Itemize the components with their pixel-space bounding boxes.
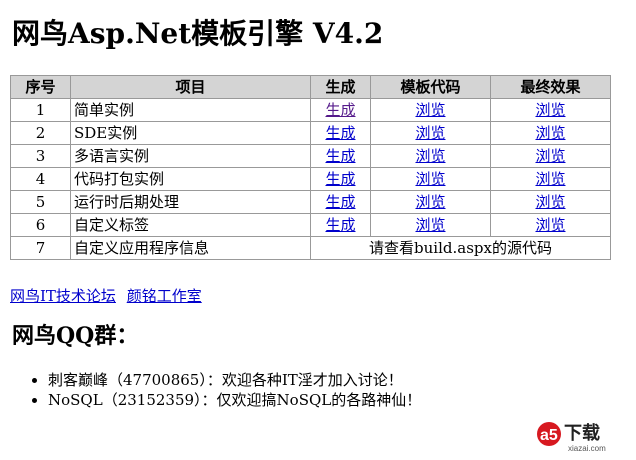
row-index: 2 (10, 121, 71, 145)
generate-link[interactable]: 生成 (325, 216, 355, 234)
final-result-link[interactable]: 浏览 (535, 193, 565, 211)
final-result-link[interactable]: 浏览 (535, 101, 565, 119)
final-result-link[interactable]: 浏览 (535, 147, 565, 165)
template-code-link[interactable]: 浏览 (415, 147, 445, 165)
table-header-row: 序号 项目 生成 模板代码 最终效果 (10, 75, 611, 99)
page: 网鸟Asp.Net模板引擎 V4.2 序号 项目 生成 模板代码 最终效果 1 … (0, 0, 636, 460)
template-code-link[interactable]: 浏览 (415, 193, 445, 211)
row-note: 请查看build.aspx的源代码 (310, 236, 611, 260)
col-header-index: 序号 (10, 75, 71, 99)
table-row: 7 自定义应用程序信息 请查看build.aspx的源代码 (10, 236, 611, 260)
row-item: 自定义应用程序信息 (70, 236, 311, 260)
watermark-logo: a5 下载 xiazai.com (537, 422, 606, 453)
list-item: NoSQL（23152359）：仅欢迎搞NoSQL的各路神仙！ (48, 390, 421, 410)
row-item: 自定义标签 (70, 213, 311, 237)
row-item: 多语言实例 (70, 144, 311, 168)
page-title: 网鸟Asp.Net模板引擎 V4.2 (12, 17, 384, 50)
row-index: 7 (10, 236, 71, 260)
generate-link[interactable]: 生成 (325, 193, 355, 211)
qq-group-list: 刺客巅峰（47700865）：欢迎各种IT淫才加入讨论！ NoSQL（23152… (32, 370, 421, 410)
footer-links: 网鸟IT技术论坛 颜铭工作室 (10, 285, 208, 306)
table-row: 3 多语言实例 生成 浏览 浏览 (10, 144, 611, 168)
row-item: 简单实例 (70, 98, 311, 122)
generate-link[interactable]: 生成 (325, 101, 355, 119)
final-result-link[interactable]: 浏览 (535, 124, 565, 142)
generate-link[interactable]: 生成 (325, 170, 355, 188)
row-item: SDE实例 (70, 121, 311, 145)
generate-link[interactable]: 生成 (325, 147, 355, 165)
row-item: 代码打包实例 (70, 167, 311, 191)
col-header-template-code: 模板代码 (370, 75, 491, 99)
row-index: 6 (10, 213, 71, 237)
final-result-link[interactable]: 浏览 (535, 216, 565, 234)
list-item: 刺客巅峰（47700865）：欢迎各种IT淫才加入讨论！ (48, 370, 421, 390)
table-row: 2 SDE实例 生成 浏览 浏览 (10, 121, 611, 145)
watermark-logo-text: 下载 (564, 422, 600, 443)
template-code-link[interactable]: 浏览 (415, 170, 445, 188)
col-header-generate: 生成 (310, 75, 371, 99)
qq-groups-heading: 网鸟QQ群： (12, 323, 139, 349)
forum-link[interactable]: 网鸟IT技术论坛 (10, 287, 116, 305)
template-code-link[interactable]: 浏览 (415, 124, 445, 142)
examples-table: 序号 项目 生成 模板代码 最终效果 1 简单实例 生成 浏览 浏览 2 SDE… (10, 75, 611, 260)
row-index: 4 (10, 167, 71, 191)
final-result-link[interactable]: 浏览 (535, 170, 565, 188)
row-index: 1 (10, 98, 71, 122)
table-row: 6 自定义标签 生成 浏览 浏览 (10, 213, 611, 237)
generate-link[interactable]: 生成 (325, 124, 355, 142)
row-index: 5 (10, 190, 71, 214)
table-row: 5 运行时后期处理 生成 浏览 浏览 (10, 190, 611, 214)
row-index: 3 (10, 144, 71, 168)
watermark-site: xiazai.com (568, 444, 606, 453)
table-row: 4 代码打包实例 生成 浏览 浏览 (10, 167, 611, 191)
template-code-link[interactable]: 浏览 (415, 101, 445, 119)
row-item: 运行时后期处理 (70, 190, 311, 214)
col-header-final-result: 最终效果 (490, 75, 611, 99)
studio-link[interactable]: 颜铭工作室 (127, 287, 202, 305)
watermark-logo-letter: a5 (540, 427, 558, 444)
table-row: 1 简单实例 生成 浏览 浏览 (10, 98, 611, 122)
col-header-item: 项目 (70, 75, 311, 99)
template-code-link[interactable]: 浏览 (415, 216, 445, 234)
